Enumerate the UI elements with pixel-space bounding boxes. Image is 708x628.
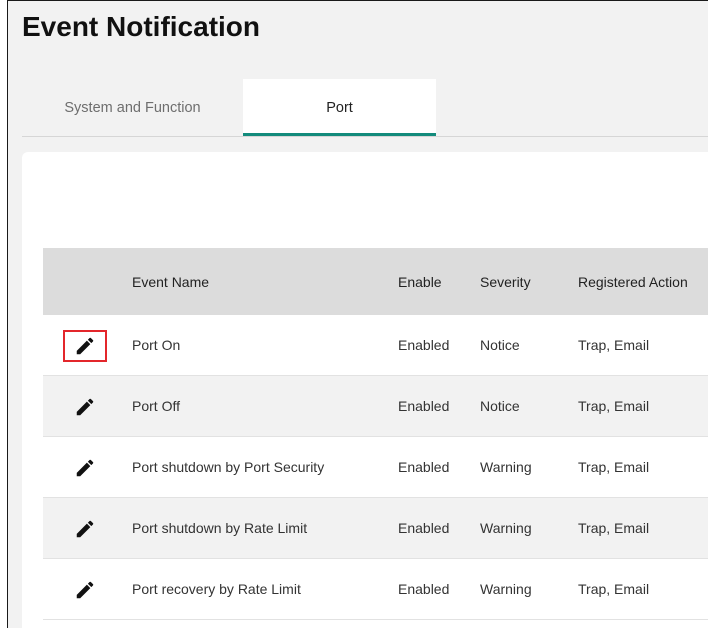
event-name: Port Off (132, 398, 180, 414)
tab-system-and-function[interactable]: System and Function (22, 79, 243, 136)
edit-button[interactable] (63, 452, 107, 484)
severity: Notice (480, 398, 520, 414)
pencil-icon (76, 337, 94, 355)
edit-button[interactable] (63, 513, 107, 545)
enable-status: Enabled (398, 459, 450, 475)
severity: Warning (480, 581, 532, 597)
severity: Warning (480, 459, 532, 475)
page-title: Event Notification (22, 11, 261, 42)
enable-status: Enabled (398, 520, 450, 536)
event-name: Port shutdown by Port Security (132, 459, 325, 475)
severity: Notice (480, 337, 520, 353)
enable-status: Enabled (398, 398, 450, 414)
column-header-event-name[interactable]: Event Name (132, 248, 402, 315)
event-table: Event Name Enable Severity Registered Ac… (43, 248, 708, 620)
pencil-icon (76, 520, 94, 538)
column-header-enable[interactable]: Enable (398, 248, 470, 315)
table-row: Port shutdown by Port Security Enabled W… (43, 437, 708, 498)
event-name: Port On (132, 337, 181, 353)
edit-button[interactable] (63, 330, 107, 362)
event-name: Port shutdown by Rate Limit (132, 520, 308, 536)
event-name: Port recovery by Rate Limit (132, 581, 301, 597)
table-row: Port recovery by Rate Limit Enabled Warn… (43, 559, 708, 620)
tab-port[interactable]: Port (243, 79, 436, 136)
table-row: Port On Enabled Notice Trap, Email (43, 315, 708, 376)
edit-button[interactable] (63, 574, 107, 606)
enable-status: Enabled (398, 337, 450, 353)
app-frame: Event Notification System and Function P… (7, 0, 708, 628)
table-row: Port shutdown by Rate Limit Enabled Warn… (43, 498, 708, 559)
column-header-severity[interactable]: Severity (480, 248, 560, 315)
table-row: Port Off Enabled Notice Trap, Email (43, 376, 708, 437)
content-card: Event Name Enable Severity Registered Ac… (22, 152, 708, 628)
registered-action: Trap, Email (578, 459, 650, 475)
tab-bar: System and Function Port (22, 79, 708, 137)
pencil-icon (76, 459, 94, 477)
registered-action: Trap, Email (578, 337, 650, 353)
registered-action: Trap, Email (578, 520, 650, 536)
pencil-icon (76, 581, 94, 599)
enable-status: Enabled (398, 581, 450, 597)
pencil-icon (76, 398, 94, 416)
severity: Warning (480, 520, 532, 536)
column-header-registered-action[interactable]: Registered Action (578, 248, 708, 315)
registered-action: Trap, Email (578, 581, 650, 597)
registered-action: Trap, Email (578, 398, 650, 414)
table-header: Event Name Enable Severity Registered Ac… (43, 248, 708, 315)
edit-button[interactable] (63, 391, 107, 423)
